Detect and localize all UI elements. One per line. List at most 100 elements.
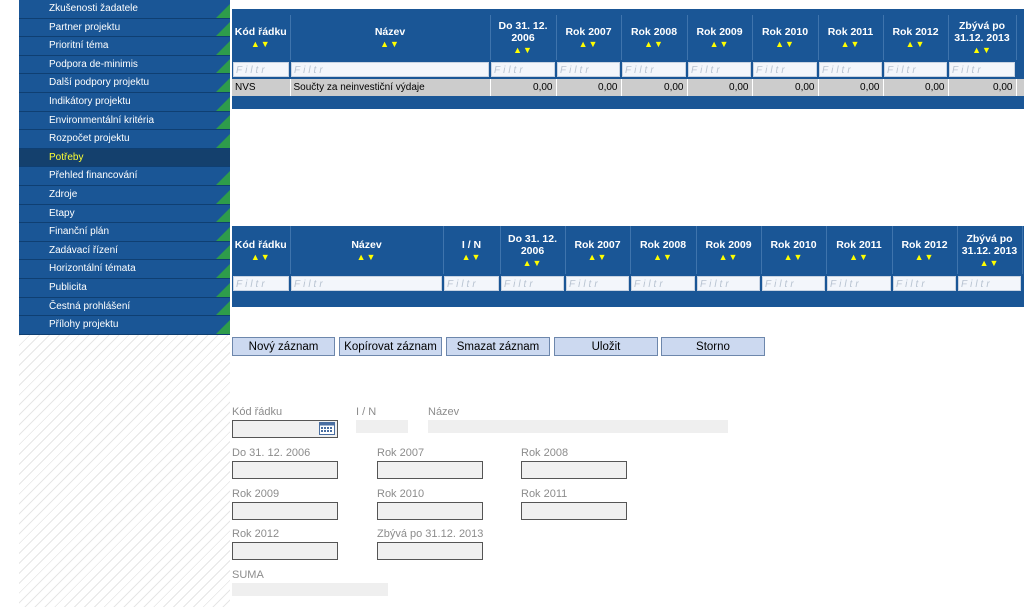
sort-arrows-icon[interactable]: ▲▼: [623, 39, 686, 49]
sidebar-item-prilohy-projektu[interactable]: Přílohy projektu: [19, 316, 230, 335]
sidebar-item-potreby[interactable]: Potřeby: [19, 148, 230, 168]
sort-arrows-icon[interactable]: ▲▼: [558, 39, 620, 49]
filter-input-rok-2008[interactable]: Filtr: [631, 276, 695, 291]
col-header-do-2006[interactable]: Do 31. 12. 2006 ▲▼: [490, 15, 557, 60]
sort-arrows-icon[interactable]: ▲▼: [689, 39, 751, 49]
filter-input-rok-2007[interactable]: Filtr: [566, 276, 629, 291]
filter-input-rok-2010[interactable]: Filtr: [753, 62, 817, 77]
table-row[interactable]: NVS Součty za neinvestiční výdaje 0,00 0…: [232, 79, 1024, 96]
filter-input-nazev[interactable]: Filtr: [291, 62, 489, 77]
filter-input-nazev[interactable]: Filtr: [291, 276, 442, 291]
filter-input-rok-2007[interactable]: Filtr: [557, 62, 620, 77]
filter-input-kod[interactable]: Filtr: [233, 62, 289, 77]
col-header-kod-radku[interactable]: Kód řádku ▲▼: [232, 226, 291, 274]
sort-arrows-icon[interactable]: ▲▼: [885, 39, 947, 49]
sidebar-item-zdroje[interactable]: Zdroje: [19, 185, 230, 205]
col-header-rok-2008[interactable]: Rok 2008 ▲▼: [621, 15, 688, 60]
sort-arrows-icon[interactable]: ▲▼: [292, 252, 442, 262]
col-header-rok-2012[interactable]: Rok 2012 ▲▼: [883, 15, 949, 60]
col-header-rok-2012[interactable]: Rok 2012 ▲▼: [892, 226, 958, 274]
sort-arrows-icon[interactable]: ▲▼: [632, 252, 695, 262]
sort-arrows-icon[interactable]: ▲▼: [828, 252, 891, 262]
filter-input-do-2006[interactable]: Filtr: [501, 276, 564, 291]
sidebar-item-cestna-prohlaseni[interactable]: Čestná prohlášení: [19, 297, 230, 317]
rok-2011-input[interactable]: [521, 502, 627, 520]
rok-2007-input[interactable]: [377, 461, 483, 479]
sidebar-item-prehled-financovani[interactable]: Přehled financování: [19, 167, 230, 186]
sort-arrows-icon[interactable]: ▲▼: [754, 39, 817, 49]
zbyva-input[interactable]: [377, 542, 483, 560]
save-button[interactable]: Uložit: [554, 337, 658, 356]
sidebar-item-etapy[interactable]: Etapy: [19, 204, 230, 224]
col-header-zbyva[interactable]: Zbývá po 31.12. 2013 ▲▼: [948, 15, 1017, 60]
col-header-rok-2008[interactable]: Rok 2008 ▲▼: [630, 226, 697, 274]
filter-input-zbyva[interactable]: Filtr: [949, 62, 1015, 77]
sort-arrows-icon[interactable]: ▲▼: [698, 252, 760, 262]
sort-arrows-icon[interactable]: ▲▼: [233, 39, 289, 49]
sort-arrows-icon[interactable]: ▲▼: [502, 258, 564, 268]
do-2006-input[interactable]: [232, 461, 338, 479]
calendar-icon[interactable]: [319, 422, 335, 435]
sort-arrows-icon[interactable]: ▲▼: [950, 45, 1015, 55]
corner-marker-icon: [216, 301, 230, 316]
col-header-in[interactable]: I / N ▲▼: [443, 226, 501, 274]
col-header-rok-2007[interactable]: Rok 2007 ▲▼: [556, 15, 622, 60]
filter-input-rok-2011[interactable]: Filtr: [827, 276, 891, 291]
col-header-rok-2010[interactable]: Rok 2010 ▲▼: [752, 15, 819, 60]
label-suma: SUMA: [232, 569, 264, 581]
col-header-rok-2007[interactable]: Rok 2007 ▲▼: [565, 226, 631, 274]
sidebar-item-prioritni-tema[interactable]: Prioritní téma: [19, 37, 230, 56]
col-header-rok-2010[interactable]: Rok 2010 ▲▼: [761, 226, 827, 274]
sort-arrows-icon[interactable]: ▲▼: [492, 45, 555, 55]
sidebar-item-partner-projektu[interactable]: Partner projektu: [19, 18, 230, 38]
filter-input-rok-2008[interactable]: Filtr: [622, 62, 686, 77]
new-record-button[interactable]: Nový záznam: [232, 337, 335, 356]
col-header-do-2006[interactable]: Do 31. 12. 2006 ▲▼: [500, 226, 566, 274]
rok-2009-input[interactable]: [232, 502, 338, 520]
filter-input-do-2006[interactable]: Filtr: [491, 62, 555, 77]
sort-arrows-icon[interactable]: ▲▼: [445, 252, 499, 262]
filter-input-rok-2012[interactable]: Filtr: [893, 276, 956, 291]
filter-input-rok-2011[interactable]: Filtr: [819, 62, 882, 77]
rok-2012-input[interactable]: [232, 542, 338, 560]
col-header-kod-radku[interactable]: Kód řádku ▲▼: [232, 15, 291, 60]
rok-2010-input[interactable]: [377, 502, 483, 520]
sort-arrows-icon[interactable]: ▲▼: [820, 39, 882, 49]
col-header-rok-2009[interactable]: Rok 2009 ▲▼: [687, 15, 753, 60]
col-header-zbyva[interactable]: Zbývá po 31.12. 2013 ▲▼: [957, 226, 1023, 274]
sidebar-item-rozpocet[interactable]: Rozpočet projektu: [19, 130, 230, 149]
sidebar-item-label: Potřeby: [49, 151, 84, 163]
cancel-button[interactable]: Storno: [661, 337, 765, 356]
sidebar-item-podpora-de-minimis[interactable]: Podpora de-minimis: [19, 55, 230, 75]
copy-record-button[interactable]: Kopírovat záznam: [339, 337, 442, 356]
suma-field: [232, 583, 388, 596]
filter-input-kod[interactable]: Filtr: [233, 276, 289, 291]
filter-input-in[interactable]: Filtr: [444, 276, 499, 291]
col-header-rok-2009[interactable]: Rok 2009 ▲▼: [696, 226, 762, 274]
sidebar-item-environmentalni-kriteria[interactable]: Environmentální kritéria: [19, 111, 230, 131]
sort-arrows-icon[interactable]: ▲▼: [233, 252, 289, 262]
sidebar-item-financni-plan[interactable]: Finanční plán: [19, 223, 230, 242]
filter-input-zbyva[interactable]: Filtr: [958, 276, 1021, 291]
sidebar-item-dalsi-podpory[interactable]: Další podpory projektu: [19, 74, 230, 93]
filter-input-rok-2009[interactable]: Filtr: [688, 62, 751, 77]
filter-input-rok-2009[interactable]: Filtr: [697, 276, 760, 291]
sort-arrows-icon[interactable]: ▲▼: [567, 252, 629, 262]
col-header-rok-2011[interactable]: Rok 2011 ▲▼: [818, 15, 884, 60]
sidebar-item-zadavaci-rizeni[interactable]: Zadávací řízení: [19, 241, 230, 261]
col-header-nazev[interactable]: Název ▲▼: [290, 226, 444, 274]
sort-arrows-icon[interactable]: ▲▼: [894, 252, 956, 262]
sidebar-item-horizontalni-temata[interactable]: Horizontální témata: [19, 260, 230, 279]
col-header-nazev[interactable]: Název ▲▼: [290, 15, 491, 60]
rok-2008-input[interactable]: [521, 461, 627, 479]
sidebar-item-publicita[interactable]: Publicita: [19, 278, 230, 298]
filter-input-rok-2012[interactable]: Filtr: [884, 62, 947, 77]
delete-record-button[interactable]: Smazat záznam: [446, 337, 550, 356]
sort-arrows-icon[interactable]: ▲▼: [292, 39, 489, 49]
col-header-rok-2011[interactable]: Rok 2011 ▲▼: [826, 226, 893, 274]
sort-arrows-icon[interactable]: ▲▼: [959, 258, 1021, 268]
sort-arrows-icon[interactable]: ▲▼: [763, 252, 825, 262]
sidebar-item-indikatory[interactable]: Indikátory projektu: [19, 92, 230, 112]
sidebar-item-zkusenosti-zadatele[interactable]: Zkušenosti žadatele: [19, 0, 230, 19]
filter-input-rok-2010[interactable]: Filtr: [762, 276, 825, 291]
